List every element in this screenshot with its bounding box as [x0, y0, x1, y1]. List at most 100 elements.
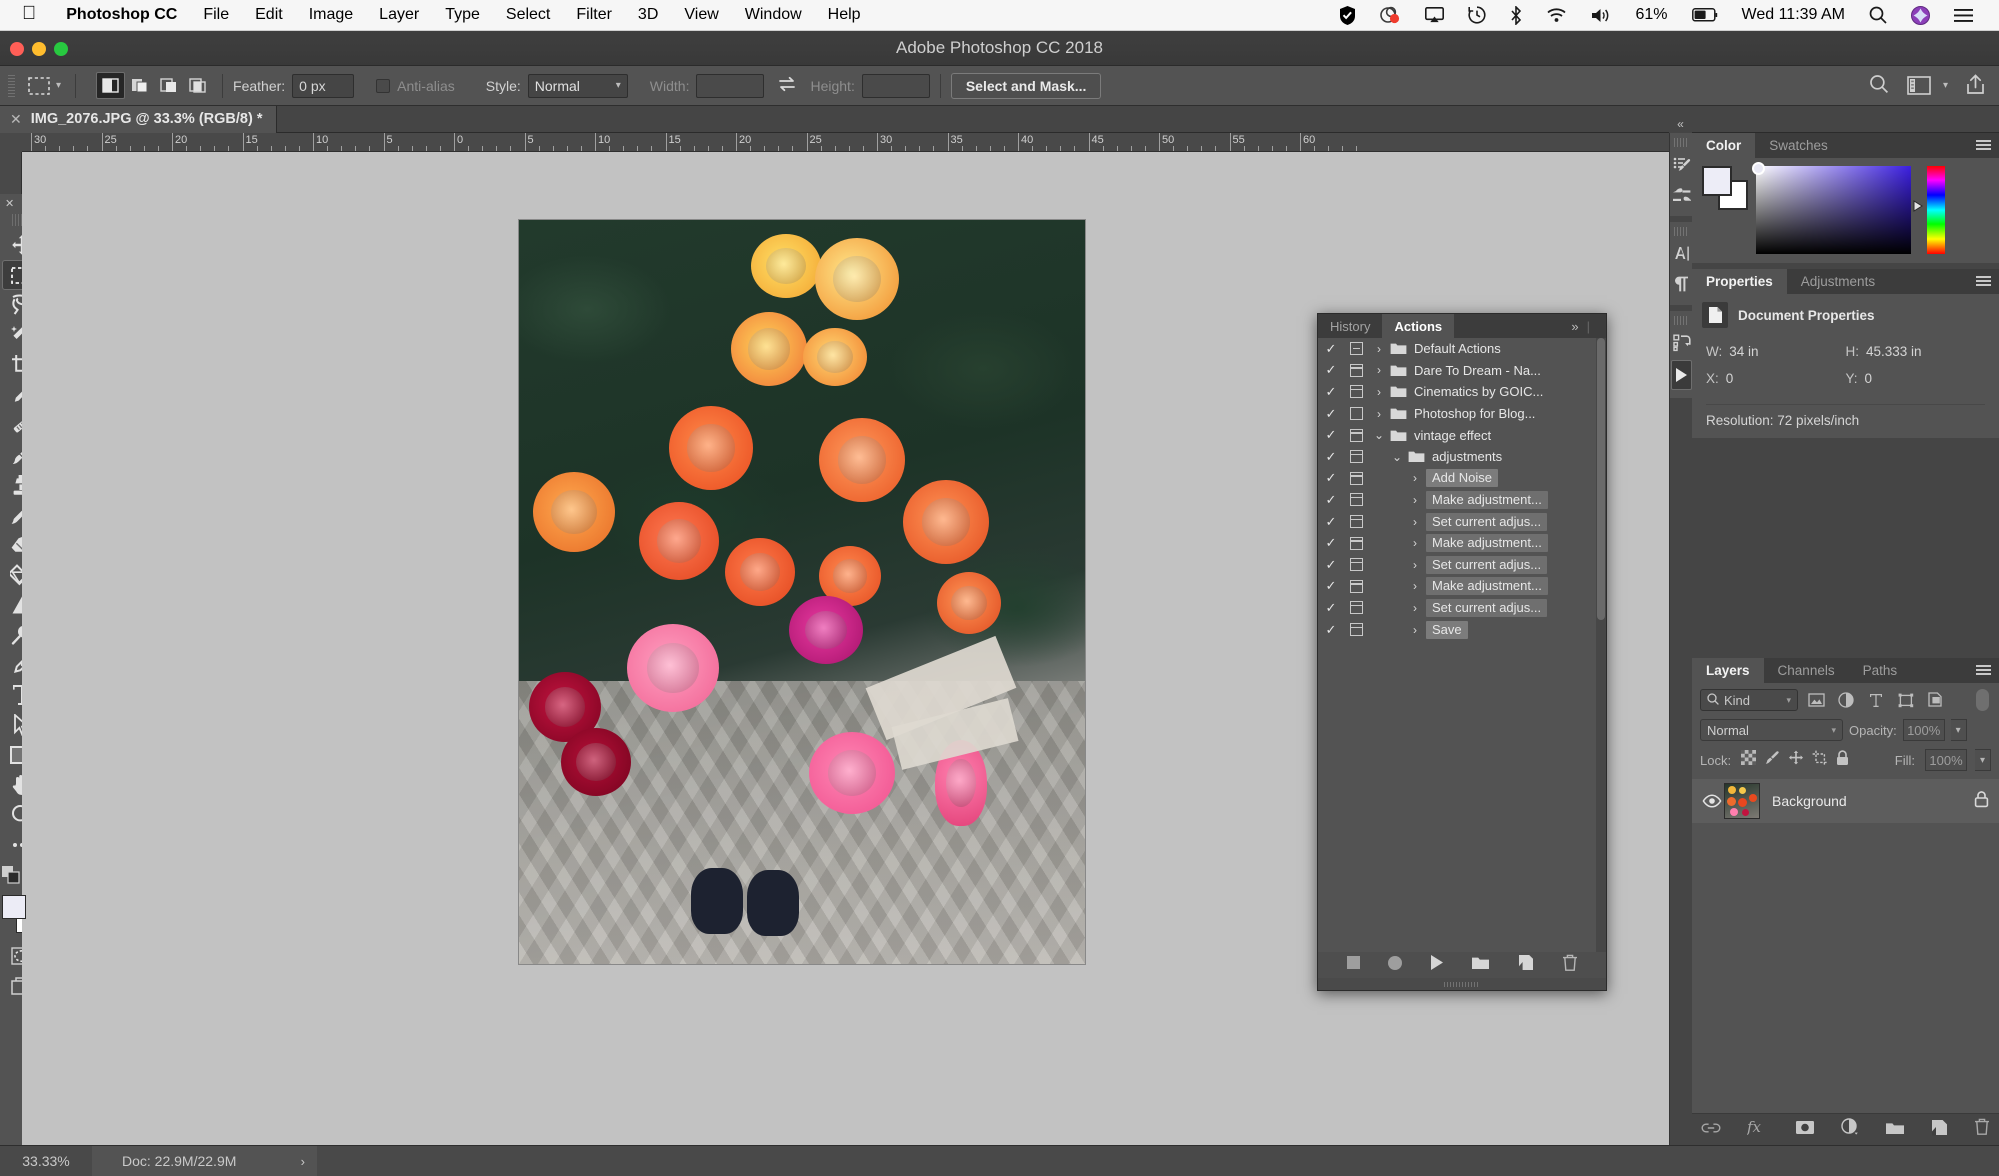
search-icon[interactable]: [1869, 74, 1889, 97]
control-center-icon[interactable]: [1942, 8, 1985, 23]
new-layer-icon[interactable]: [1931, 1119, 1948, 1141]
opacity-value[interactable]: 100%: [1902, 719, 1945, 741]
tab-swatches[interactable]: Swatches: [1755, 133, 1842, 158]
action-enabled-checkbox[interactable]: ✓: [1318, 492, 1344, 508]
play-selection-icon[interactable]: [1430, 955, 1443, 975]
maximize-window-button[interactable]: [54, 42, 68, 56]
action-enabled-checkbox[interactable]: ✓: [1318, 406, 1344, 422]
action-dialog-toggle[interactable]: [1344, 450, 1368, 464]
actions-row[interactable]: ✓ › Make adjustment...: [1318, 576, 1606, 598]
action-dialog-toggle[interactable]: [1344, 558, 1368, 572]
tab-adjustments[interactable]: Adjustments: [1787, 269, 1889, 294]
intersect-with-selection-button[interactable]: [183, 72, 212, 99]
new-group-icon[interactable]: [1885, 1120, 1905, 1140]
tab-paths[interactable]: Paths: [1849, 658, 1912, 683]
opacity-stepper-caret[interactable]: ▾: [1950, 719, 1967, 741]
share-icon[interactable]: [1966, 73, 1985, 98]
fill-stepper-caret[interactable]: ▾: [1975, 749, 1991, 771]
menu-item-type[interactable]: Type: [432, 6, 493, 24]
close-icon[interactable]: ✕: [10, 111, 22, 128]
properties-panel-menu-button[interactable]: [1968, 269, 1999, 294]
double-chevron-right-icon[interactable]: »: [1571, 319, 1578, 334]
actions-row[interactable]: ✓ › Set current adjus...: [1318, 511, 1606, 533]
actions-list-scrollbar[interactable]: [1596, 338, 1606, 952]
chevron-right-icon[interactable]: ›: [1368, 363, 1390, 377]
shape-layer-filter-icon[interactable]: [1894, 689, 1918, 711]
action-enabled-checkbox[interactable]: ✓: [1318, 470, 1344, 486]
smart-object-filter-icon[interactable]: [1924, 689, 1948, 711]
chevron-down-icon[interactable]: ⌄: [1368, 428, 1390, 442]
lock-artboard-icon[interactable]: [1812, 750, 1829, 771]
delete-icon[interactable]: [1562, 954, 1578, 977]
width-input[interactable]: [696, 73, 765, 98]
battery-icon[interactable]: [1680, 8, 1730, 22]
actions-row[interactable]: ✓ › Cinematics by GOIC...: [1318, 381, 1606, 403]
filter-toggle-switch[interactable]: [1976, 689, 1989, 711]
action-enabled-checkbox[interactable]: ✓: [1318, 362, 1344, 378]
color-field-cursor[interactable]: [1752, 162, 1765, 175]
airplay-icon[interactable]: [1413, 7, 1456, 23]
menu-item-select[interactable]: Select: [493, 6, 563, 24]
lock-transparent-pixels-icon[interactable]: [1741, 750, 1757, 770]
dock-grip[interactable]: [1674, 316, 1688, 325]
chevron-right-icon[interactable]: ›: [1404, 536, 1426, 550]
add-to-selection-button[interactable]: [125, 72, 154, 99]
tab-actions[interactable]: Actions: [1382, 314, 1455, 338]
y-field[interactable]: Y: 0: [1846, 371, 1986, 386]
actions-row[interactable]: ✓ › Set current adjus...: [1318, 597, 1606, 619]
blend-mode-select[interactable]: Normal ▾: [1700, 719, 1843, 741]
actions-row[interactable]: ✓ ⌄ adjustments: [1318, 446, 1606, 468]
dock-grip[interactable]: [1674, 138, 1688, 147]
fx-icon[interactable]: fx: [1746, 1118, 1769, 1140]
chevron-right-icon[interactable]: ›: [1368, 407, 1390, 421]
menu-item-image[interactable]: Image: [296, 6, 366, 24]
link-layers-icon[interactable]: [1701, 1121, 1721, 1139]
fill-value[interactable]: 100%: [1925, 749, 1967, 771]
action-enabled-checkbox[interactable]: ✓: [1318, 600, 1344, 616]
menu-bar-clock[interactable]: Wed 11:39 AM: [1730, 6, 1857, 24]
adjustment-layer-filter-icon[interactable]: [1834, 689, 1858, 711]
shield-icon[interactable]: [1327, 5, 1368, 25]
pixel-layer-filter-icon[interactable]: [1804, 689, 1828, 711]
menu-item-layer[interactable]: Layer: [366, 6, 432, 24]
action-dialog-toggle[interactable]: [1344, 623, 1368, 637]
foreground-color-swatch[interactable]: [1702, 166, 1732, 196]
chevron-right-icon[interactable]: ›: [1404, 515, 1426, 529]
lock-icon[interactable]: [1974, 790, 1989, 813]
apple-icon[interactable]: : [0, 4, 53, 23]
add-layer-mask-icon[interactable]: [1795, 1120, 1815, 1140]
workspace-switcher[interactable]: ▾: [1907, 76, 1948, 95]
collapse-panels-button[interactable]: «: [1669, 115, 1692, 133]
color-panel-menu-button[interactable]: [1968, 133, 1999, 158]
spotlight-search-icon[interactable]: [1857, 6, 1899, 24]
new-set-icon[interactable]: [1471, 955, 1490, 975]
lock-all-icon[interactable]: [1836, 749, 1849, 771]
brush-presets-icon[interactable]: [1670, 150, 1693, 180]
action-dialog-toggle[interactable]: [1344, 385, 1368, 399]
select-and-mask-button[interactable]: Select and Mask...: [950, 72, 1102, 99]
action-dialog-toggle[interactable]: [1344, 536, 1368, 550]
swap-arrows-icon[interactable]: [778, 76, 796, 95]
stop-recording-icon[interactable]: [1346, 956, 1360, 974]
actions-row[interactable]: ✓ › Photoshop for Blog...: [1318, 403, 1606, 425]
action-dialog-toggle[interactable]: [1344, 407, 1368, 421]
style-select[interactable]: Normal ▾: [527, 73, 628, 98]
actions-row[interactable]: ✓ › Make adjustment...: [1318, 489, 1606, 511]
begin-recording-icon[interactable]: [1387, 955, 1402, 975]
menu-item-edit[interactable]: Edit: [242, 6, 296, 24]
action-dialog-toggle[interactable]: [1344, 515, 1368, 529]
actions-row[interactable]: ✓ › Make adjustment...: [1318, 532, 1606, 554]
chevron-right-icon[interactable]: ›: [1368, 385, 1390, 399]
roses-photograph[interactable]: [519, 220, 1085, 964]
action-enabled-checkbox[interactable]: ✓: [1318, 622, 1344, 638]
action-enabled-checkbox[interactable]: ✓: [1318, 578, 1344, 594]
tab-properties[interactable]: Properties: [1692, 269, 1787, 294]
new-selection-button[interactable]: [96, 72, 126, 99]
delete-layer-icon[interactable]: [1974, 1118, 1990, 1141]
anti-alias-checkbox[interactable]: [376, 78, 391, 93]
horizontal-ruler[interactable]: 30 25 20 15 10 5 0 5 10 15 20 25 30 35 40 45 50 55 60: [22, 133, 1669, 152]
play-icon[interactable]: [1670, 360, 1692, 390]
layer-filter-kind-select[interactable]: Kind ▾: [1700, 689, 1798, 711]
color-field[interactable]: [1752, 162, 1911, 254]
hue-slider[interactable]: [1927, 166, 1945, 254]
